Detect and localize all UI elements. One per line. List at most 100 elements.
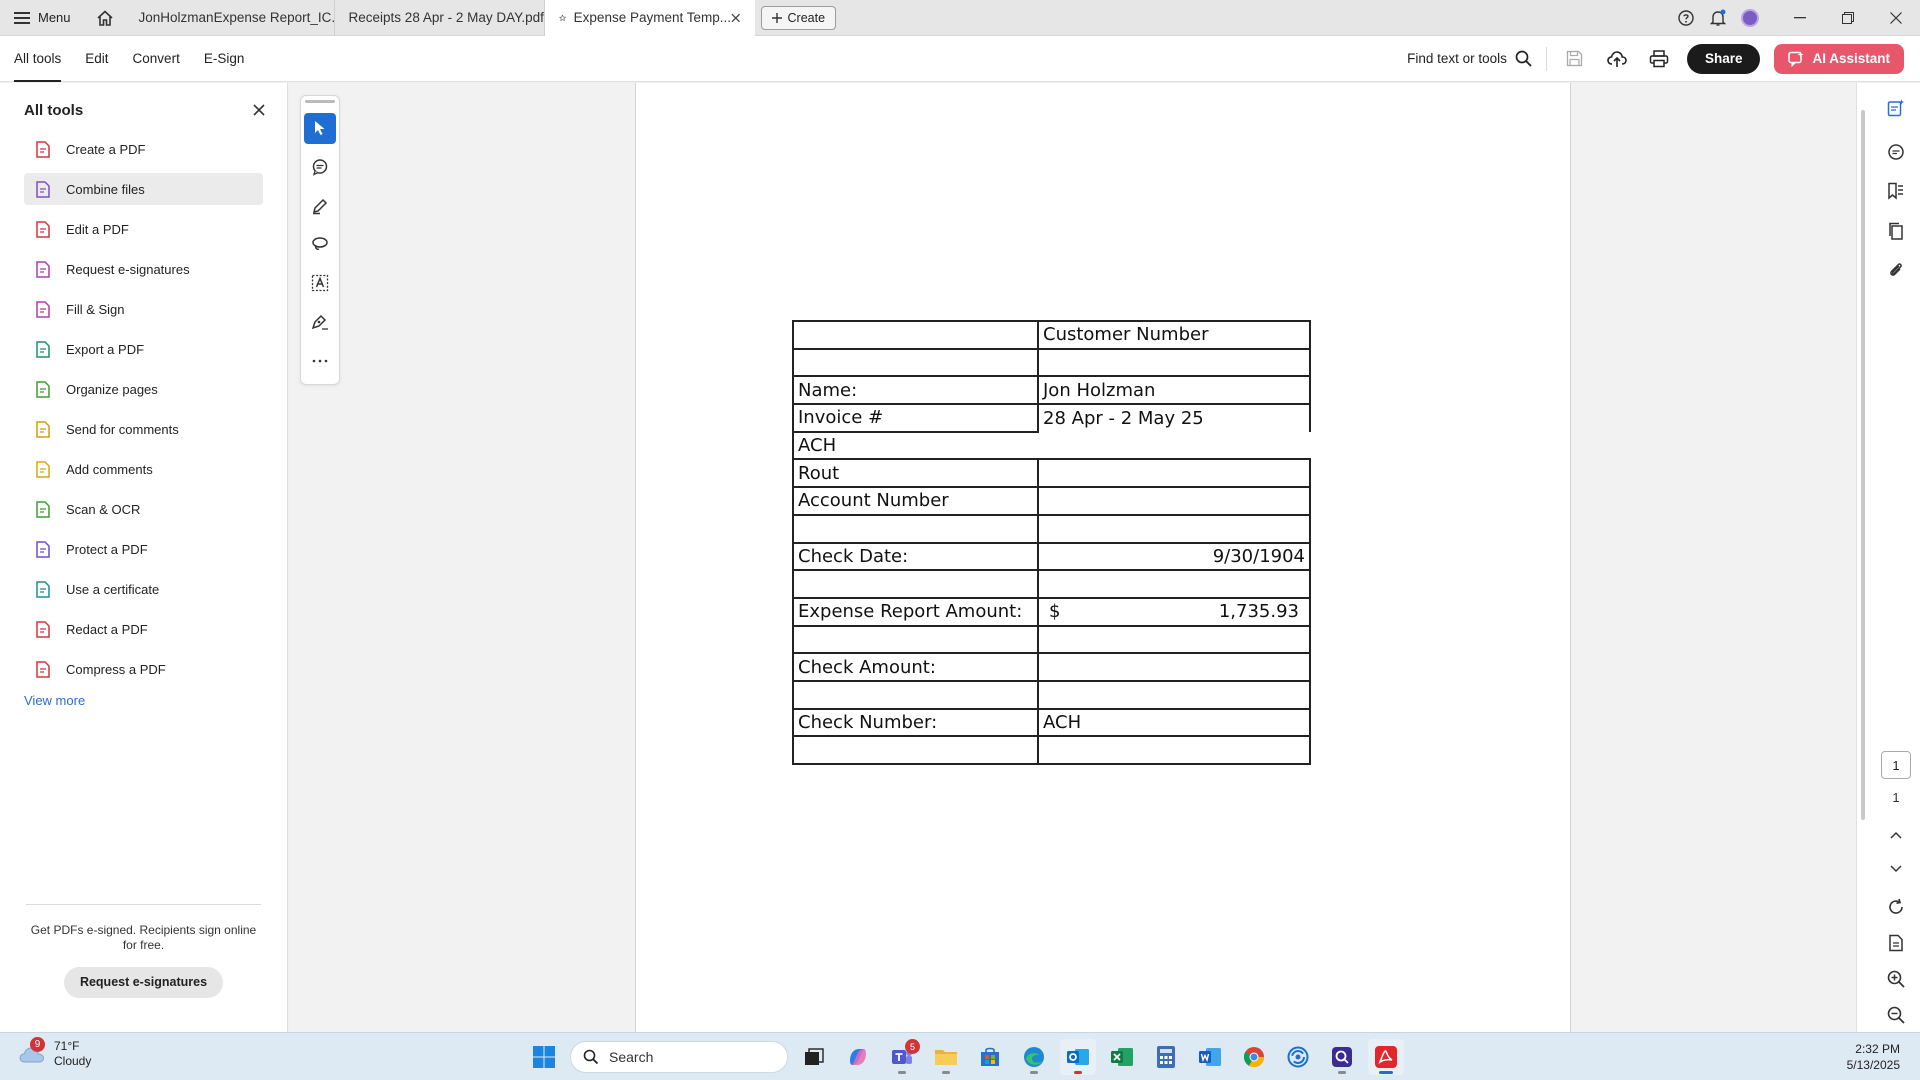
- main-toolbar: All tools Edit Convert E-Sign Find text …: [0, 36, 1920, 82]
- chrome-app[interactable]: [1236, 1039, 1272, 1075]
- previous-page-button[interactable]: [1882, 821, 1910, 849]
- close-panel-icon[interactable]: [253, 104, 265, 116]
- rotate-button[interactable]: [1882, 893, 1910, 921]
- start-button[interactable]: [526, 1039, 562, 1075]
- create-button[interactable]: Create: [760, 5, 837, 30]
- tool-item[interactable]: Use a certificate: [24, 573, 263, 605]
- expense-amount-label: Expense Report Amount:: [792, 596, 1038, 626]
- nav-all-tools[interactable]: All tools: [14, 36, 62, 82]
- outlook-icon: [1067, 1049, 1089, 1065]
- comments-panel-button[interactable]: [1882, 138, 1910, 166]
- tool-item[interactable]: Protect a PDF: [24, 533, 263, 565]
- copilot-app[interactable]: [840, 1039, 876, 1075]
- notifications-button[interactable]: [1702, 0, 1734, 36]
- store-icon: [981, 1047, 999, 1066]
- save-button[interactable]: [1561, 45, 1589, 73]
- page-display-button[interactable]: [1882, 929, 1910, 957]
- weather-badge: 9: [30, 1037, 45, 1052]
- bookmarks-button[interactable]: [1882, 177, 1910, 205]
- calculator-app[interactable]: [1148, 1039, 1184, 1075]
- tool-item[interactable]: Export a PDF: [24, 333, 263, 365]
- select-tool[interactable]: [304, 112, 336, 144]
- nav-esign[interactable]: E-Sign: [204, 36, 245, 82]
- tab-expense-payment[interactable]: Expense Payment Temp...: [544, 0, 755, 36]
- sign-tool[interactable]: [304, 307, 336, 338]
- share-button[interactable]: Share: [1686, 43, 1761, 74]
- teams-app[interactable]: 5: [884, 1039, 920, 1075]
- more-tools-button[interactable]: [304, 345, 336, 376]
- upload-cloud-button[interactable]: [1603, 45, 1631, 73]
- running-indicator: [1074, 1071, 1082, 1074]
- tool-item[interactable]: Compress a PDF: [24, 653, 263, 685]
- tool-item[interactable]: Scan & OCR: [24, 493, 263, 525]
- print-button[interactable]: [1645, 45, 1673, 73]
- request-esignatures-button[interactable]: Request e-signatures: [63, 967, 224, 998]
- tool-item[interactable]: Add comments: [24, 453, 263, 485]
- excel-app[interactable]: [1104, 1039, 1140, 1075]
- tab-expense-report[interactable]: JonHolzmanExpense Report_IC...: [125, 0, 335, 36]
- close-tab-icon[interactable]: [731, 13, 741, 23]
- page-fit-icon: [1889, 934, 1903, 952]
- tool-item[interactable]: Organize pages: [24, 373, 263, 405]
- task-view-button[interactable]: [796, 1039, 832, 1075]
- account-number-value: [1037, 486, 1311, 515]
- vertical-scrollbar[interactable]: [1861, 110, 1865, 820]
- restore-button[interactable]: [1824, 0, 1872, 36]
- nav-edit[interactable]: Edit: [85, 36, 108, 82]
- next-page-button[interactable]: [1882, 855, 1910, 883]
- zoom-out-button[interactable]: [1882, 1001, 1910, 1029]
- view-more-link[interactable]: View more: [0, 693, 287, 708]
- drag-handle[interactable]: [305, 100, 335, 103]
- system-clock[interactable]: 2:32 PM 5/13/2025: [1847, 1041, 1900, 1073]
- clock-time: 2:32 PM: [1855, 1042, 1900, 1056]
- edge-app[interactable]: [1016, 1039, 1052, 1075]
- page-thumbnails-button[interactable]: [1882, 217, 1910, 245]
- task-view-icon: [805, 1048, 824, 1065]
- highlight-tool[interactable]: [304, 190, 336, 221]
- menu-button[interactable]: Menu: [0, 0, 85, 36]
- snipping-tool-app[interactable]: [1324, 1039, 1360, 1075]
- form-cell: [792, 679, 1038, 709]
- redact-pdf-icon: [34, 620, 52, 638]
- tool-item[interactable]: Create a PDF: [24, 133, 263, 165]
- ai-assistant-button[interactable]: AI Assistant: [1774, 43, 1904, 74]
- taskbar-search[interactable]: Search: [570, 1041, 788, 1073]
- tool-item[interactable]: Send for comments: [24, 413, 263, 445]
- file-explorer-app[interactable]: [928, 1039, 964, 1075]
- ai-summary-button[interactable]: [1882, 94, 1910, 122]
- invoice-label: Invoice #: [792, 403, 1039, 433]
- text-tool[interactable]: [304, 268, 336, 299]
- minimize-button[interactable]: [1776, 0, 1824, 36]
- tool-item[interactable]: Combine files: [24, 173, 263, 205]
- profile-button[interactable]: [1734, 0, 1766, 36]
- menu-label: Menu: [38, 10, 71, 25]
- tool-item[interactable]: Fill & Sign: [24, 293, 263, 325]
- help-button[interactable]: [1670, 0, 1702, 36]
- certificate-icon: [34, 580, 52, 598]
- pen-icon: [312, 198, 328, 214]
- customer-number-value: [1037, 347, 1311, 377]
- store-app[interactable]: [972, 1039, 1008, 1075]
- tool-item[interactable]: Edit a PDF: [24, 213, 263, 245]
- outlook-app[interactable]: [1060, 1039, 1096, 1075]
- nav-convert[interactable]: Convert: [133, 36, 180, 82]
- home-button[interactable]: [85, 0, 125, 36]
- star-icon[interactable]: [558, 10, 566, 26]
- find-tools-button[interactable]: Find text or tools: [1407, 50, 1532, 67]
- comment-tool[interactable]: [304, 152, 336, 183]
- current-page-input[interactable]: 1: [1881, 751, 1911, 779]
- close-window-button[interactable]: [1872, 0, 1920, 36]
- word-app[interactable]: [1192, 1039, 1228, 1075]
- acrobat-app[interactable]: [1368, 1039, 1404, 1075]
- invoice-value: 28 Apr - 2 May 25: [1038, 403, 1311, 432]
- attachments-button[interactable]: [1882, 256, 1910, 284]
- tool-item[interactable]: Redact a PDF: [24, 613, 263, 645]
- scan-ocr-icon: [34, 500, 52, 518]
- zoom-in-button[interactable]: [1882, 965, 1910, 993]
- tool-item[interactable]: Request e-signatures: [24, 253, 263, 285]
- edge-icon: [1024, 1047, 1044, 1067]
- vpn-app[interactable]: [1280, 1039, 1316, 1075]
- weather-widget[interactable]: 9 71°F Cloudy: [18, 1037, 91, 1069]
- tab-receipts[interactable]: Receipts 28 Apr - 2 May DAY.pdf: [335, 0, 545, 36]
- draw-tool[interactable]: [304, 229, 336, 260]
